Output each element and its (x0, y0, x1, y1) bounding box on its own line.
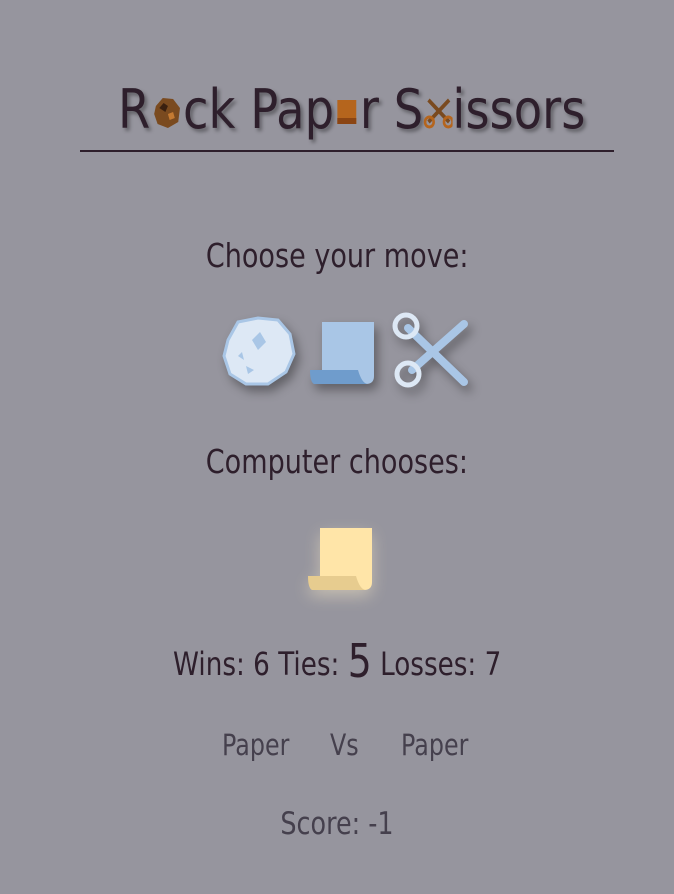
scissors-icon (423, 78, 454, 150)
computer-choice (300, 520, 384, 604)
ties-count: 5 (347, 634, 372, 688)
losses-label: Losses: (379, 645, 477, 683)
vs-label: Vs (330, 728, 359, 762)
score-label: Score: -1 (280, 806, 394, 842)
wins-count: 6 (253, 645, 270, 683)
wins-label: Wins: (172, 645, 245, 683)
round-result: Paper Vs Paper (0, 728, 674, 772)
player-move-label: Paper (222, 728, 290, 762)
computer-chooses-label: Computer chooses: (205, 442, 469, 481)
paper-button[interactable] (306, 310, 386, 394)
paper-icon (334, 78, 360, 150)
rock-icon (150, 78, 183, 150)
title-text-r-s: r S (359, 78, 424, 141)
scissors-icon (392, 312, 468, 388)
choose-move-label: Choose your move: (205, 236, 469, 275)
computer-move-label: Paper (401, 728, 469, 762)
scissors-button[interactable] (390, 310, 470, 394)
rock-icon (222, 316, 296, 386)
page-title: Rck Pap r S issors (80, 74, 614, 152)
stats-line: Wins: 6 Ties: 5 Losses: 7 (0, 634, 674, 688)
paper-icon (308, 528, 372, 590)
paper-icon (310, 322, 374, 384)
title-text-issors: issors (452, 78, 586, 141)
title-text-ck-pap: ck Pap (183, 78, 335, 141)
ties-label: Ties: (278, 645, 340, 683)
rock-button[interactable] (218, 310, 298, 394)
title-text-r: R (118, 78, 151, 141)
losses-count: 7 (484, 645, 502, 683)
move-options (218, 310, 478, 400)
